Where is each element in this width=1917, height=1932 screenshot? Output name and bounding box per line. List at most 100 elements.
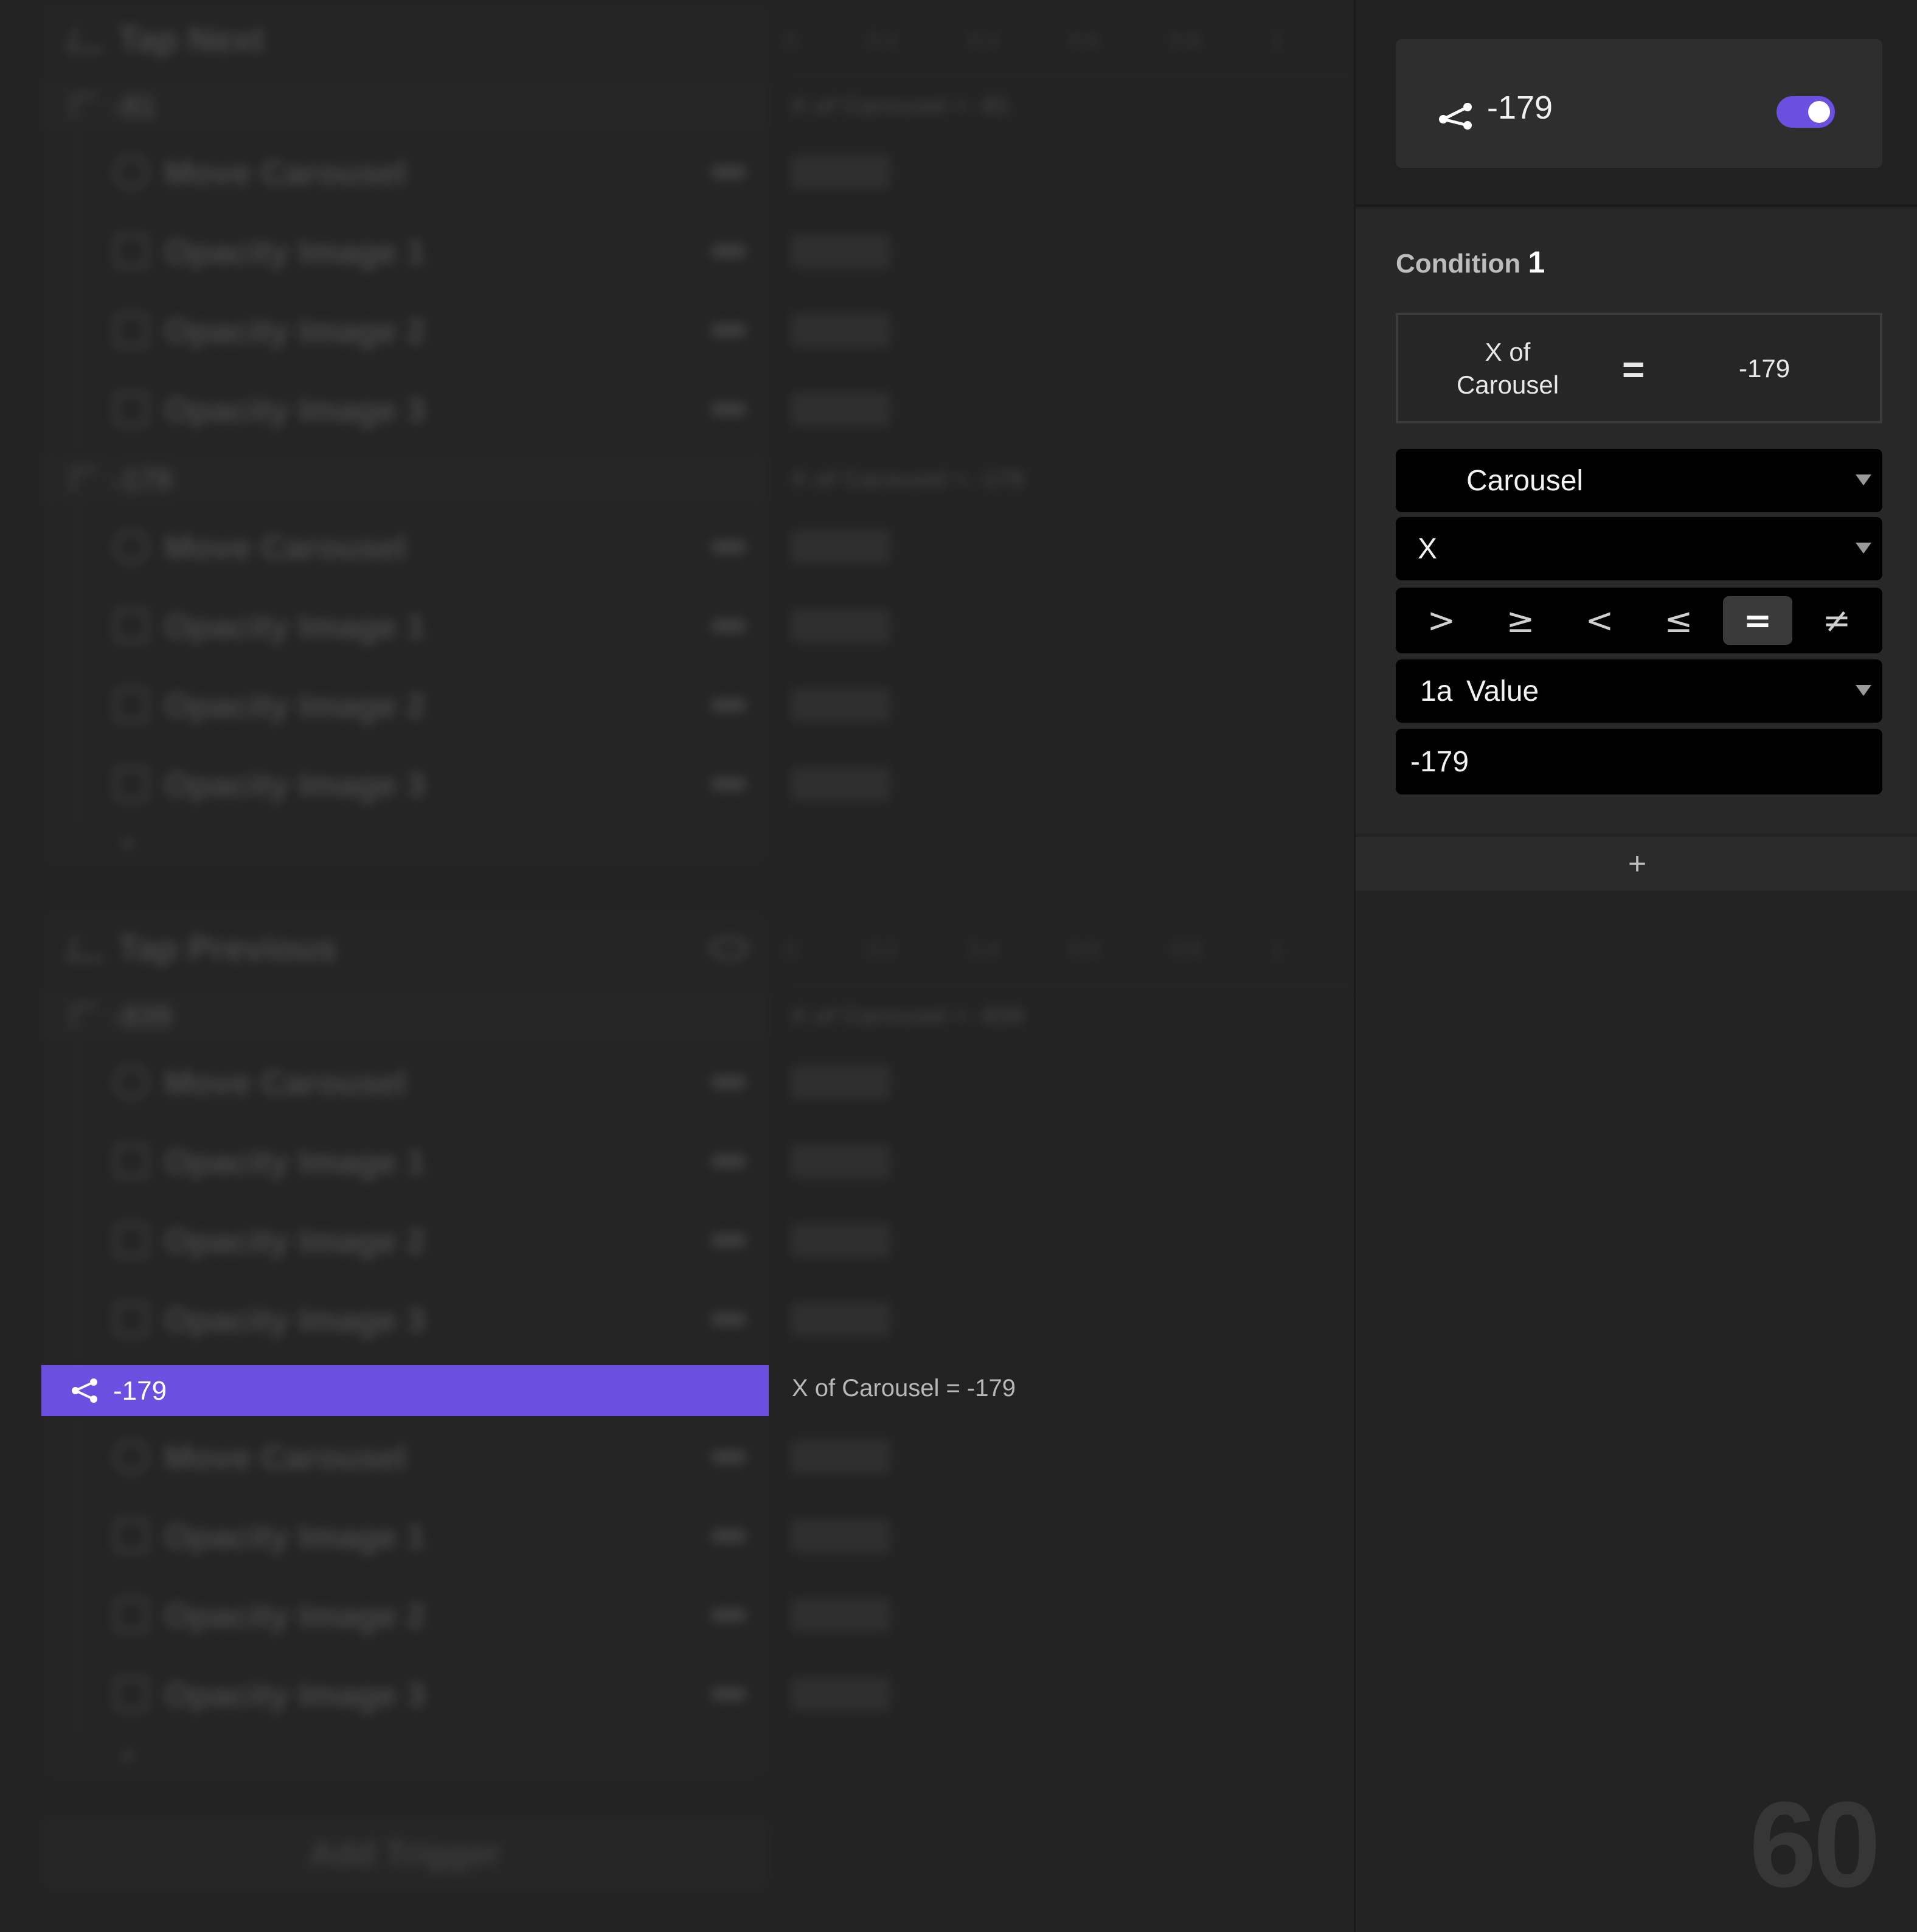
action-row[interactable]: Opacity Image 3 bbox=[41, 1655, 890, 1734]
value-input[interactable]: -179 bbox=[1396, 729, 1882, 794]
timeline-ruler bbox=[785, 983, 1353, 985]
property-select[interactable]: X bbox=[1396, 517, 1882, 580]
property-select-value: X bbox=[1418, 532, 1438, 565]
action-row[interactable]: Opacity Image 2 bbox=[41, 291, 890, 370]
operator-less-button[interactable]: < bbox=[1565, 596, 1634, 645]
action-duration-block[interactable] bbox=[791, 1519, 890, 1553]
layer-select-value: Carousel bbox=[1466, 464, 1584, 497]
action-row[interactable]: Move Carousel bbox=[41, 1417, 890, 1496]
tick-label: 0.4 bbox=[968, 937, 999, 962]
eye-icon[interactable] bbox=[710, 165, 747, 179]
action-row[interactable]: Move Carousel bbox=[41, 1043, 890, 1122]
tree-line bbox=[77, 1043, 79, 1122]
value-type-select[interactable]: 1a Value bbox=[1396, 659, 1882, 723]
action-duration-block[interactable] bbox=[791, 1144, 890, 1178]
action-row[interactable]: Move Carousel bbox=[41, 507, 890, 586]
action-row[interactable]: Opacity Image 2 bbox=[41, 665, 890, 745]
trigger-card[interactable]: -179 bbox=[1396, 39, 1882, 168]
action-duration-block[interactable] bbox=[791, 392, 890, 426]
action-row[interactable]: Opacity Image 3 bbox=[41, 745, 890, 824]
trigger-name[interactable]: -179 bbox=[1487, 89, 1553, 127]
action-label: Move Carousel bbox=[164, 1063, 407, 1102]
eye-icon[interactable] bbox=[710, 245, 747, 258]
state-row[interactable]: -81 X of Carousel = -81 bbox=[41, 82, 1010, 130]
action-row[interactable]: Opacity Image 1 bbox=[41, 1496, 890, 1576]
state-row[interactable]: -839 X of Carousel = -839 bbox=[41, 992, 1024, 1040]
action-duration-block[interactable] bbox=[791, 155, 890, 189]
state-condition: X of Carousel = -839 bbox=[791, 1002, 1024, 1029]
add-action-button[interactable]: + bbox=[119, 1740, 136, 1773]
action-duration-block[interactable] bbox=[791, 1440, 890, 1474]
operator-greater-equal-button[interactable]: ≥ bbox=[1486, 596, 1555, 645]
operator-greater-button[interactable]: > bbox=[1407, 596, 1476, 645]
eye-icon[interactable] bbox=[710, 1450, 747, 1464]
action-duration-block[interactable] bbox=[791, 688, 890, 722]
eye-icon[interactable] bbox=[710, 1529, 747, 1543]
target-icon bbox=[114, 1065, 148, 1099]
condition-summary-value: -179 bbox=[1739, 354, 1790, 383]
eye-icon[interactable] bbox=[710, 1075, 747, 1089]
eye-icon[interactable] bbox=[709, 937, 748, 959]
action-label: Opacity Image 3 bbox=[164, 765, 426, 804]
value-type-value: Value bbox=[1466, 675, 1539, 707]
layer-select[interactable]: Carousel bbox=[1396, 449, 1882, 512]
trigger-group-title: Tap Next bbox=[118, 19, 265, 60]
add-condition-button[interactable]: + bbox=[1356, 837, 1917, 891]
action-duration-block[interactable] bbox=[791, 1223, 890, 1257]
image-icon bbox=[114, 1144, 148, 1178]
eye-icon[interactable] bbox=[710, 403, 747, 416]
tick-label: 0.2 bbox=[867, 937, 898, 962]
timeline-ticks: 0 0.2 0.4 0.6 0.8 1 bbox=[785, 937, 1283, 962]
action-row[interactable]: Opacity Image 3 bbox=[41, 370, 890, 449]
action-row[interactable]: Move Carousel bbox=[41, 133, 890, 212]
eye-icon[interactable] bbox=[710, 324, 747, 337]
tree-line bbox=[77, 1280, 79, 1359]
action-row[interactable]: Opacity Image 1 bbox=[41, 212, 890, 291]
action-row[interactable]: Opacity Image 2 bbox=[41, 1201, 890, 1280]
eye-icon[interactable] bbox=[710, 1155, 747, 1168]
condition-summary: X of Carousel = -179 bbox=[1396, 313, 1882, 423]
tick-label: 0.6 bbox=[1069, 937, 1100, 962]
action-duration-block[interactable] bbox=[791, 530, 890, 564]
action-label: Move Carousel bbox=[164, 153, 407, 192]
chevron-down-icon bbox=[1856, 543, 1871, 554]
branch-icon bbox=[72, 468, 96, 490]
enable-toggle[interactable] bbox=[1777, 96, 1835, 128]
eye-icon[interactable] bbox=[710, 1234, 747, 1247]
eye-icon[interactable] bbox=[710, 1313, 747, 1326]
action-row[interactable]: Opacity Image 1 bbox=[41, 586, 890, 665]
action-row[interactable]: Opacity Image 2 bbox=[41, 1576, 890, 1655]
operator-less-equal-button[interactable]: ≤ bbox=[1644, 596, 1713, 645]
trigger-group-header[interactable]: Tap Previous bbox=[41, 915, 769, 982]
selected-state-row[interactable]: -179 bbox=[41, 1365, 769, 1416]
action-duration-block[interactable] bbox=[791, 767, 890, 801]
state-label: -179 bbox=[113, 464, 172, 496]
action-duration-block[interactable] bbox=[791, 609, 890, 643]
action-duration-block[interactable] bbox=[791, 234, 890, 268]
state-label: -839 bbox=[113, 1001, 172, 1033]
add-action-button[interactable]: + bbox=[119, 827, 136, 861]
action-row[interactable]: Opacity Image 3 bbox=[41, 1280, 890, 1359]
eye-icon[interactable] bbox=[710, 777, 747, 791]
action-label: Opacity Image 2 bbox=[164, 1221, 426, 1260]
action-row[interactable]: Opacity Image 1 bbox=[41, 1122, 890, 1201]
trigger-group-header[interactable]: Tap Next bbox=[41, 6, 769, 73]
action-duration-block[interactable] bbox=[791, 1302, 890, 1336]
eye-icon[interactable] bbox=[710, 1687, 747, 1701]
action-duration-block[interactable] bbox=[791, 1065, 890, 1099]
operator-not-equal-button[interactable]: ≠ bbox=[1802, 596, 1871, 645]
tree-line bbox=[77, 291, 79, 370]
tick-label: 0.6 bbox=[1069, 28, 1100, 53]
state-row[interactable]: -179 X of Carousel = -179 bbox=[41, 455, 1024, 504]
condition-section: Condition 1 X of Carousel = -179 Carouse… bbox=[1356, 209, 1917, 833]
action-duration-block[interactable] bbox=[791, 313, 890, 347]
eye-icon[interactable] bbox=[710, 540, 747, 554]
add-trigger-button[interactable]: Add Trigger bbox=[41, 1816, 769, 1889]
action-duration-block[interactable] bbox=[791, 1677, 890, 1711]
action-label: Opacity Image 1 bbox=[164, 1142, 426, 1181]
action-duration-block[interactable] bbox=[791, 1598, 890, 1632]
operator-equal-button[interactable]: = bbox=[1723, 596, 1792, 645]
eye-icon[interactable] bbox=[710, 619, 747, 633]
eye-icon[interactable] bbox=[710, 698, 747, 712]
eye-icon[interactable] bbox=[710, 1608, 747, 1622]
